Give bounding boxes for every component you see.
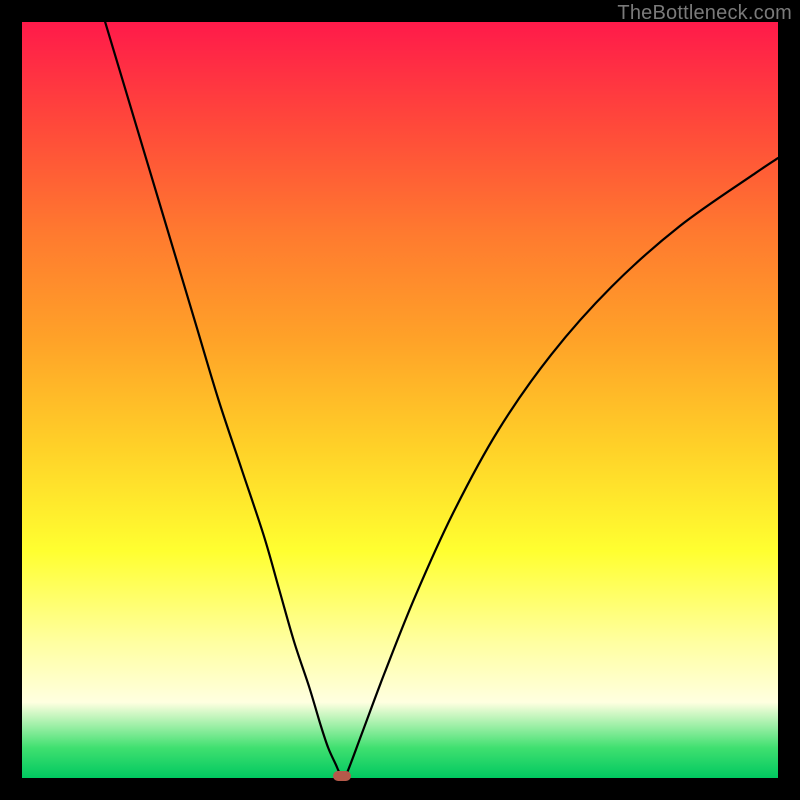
bottleneck-curve [22,22,778,778]
plot-area [22,22,778,778]
minimum-marker [333,771,351,781]
chart-frame: TheBottleneck.com [0,0,800,800]
